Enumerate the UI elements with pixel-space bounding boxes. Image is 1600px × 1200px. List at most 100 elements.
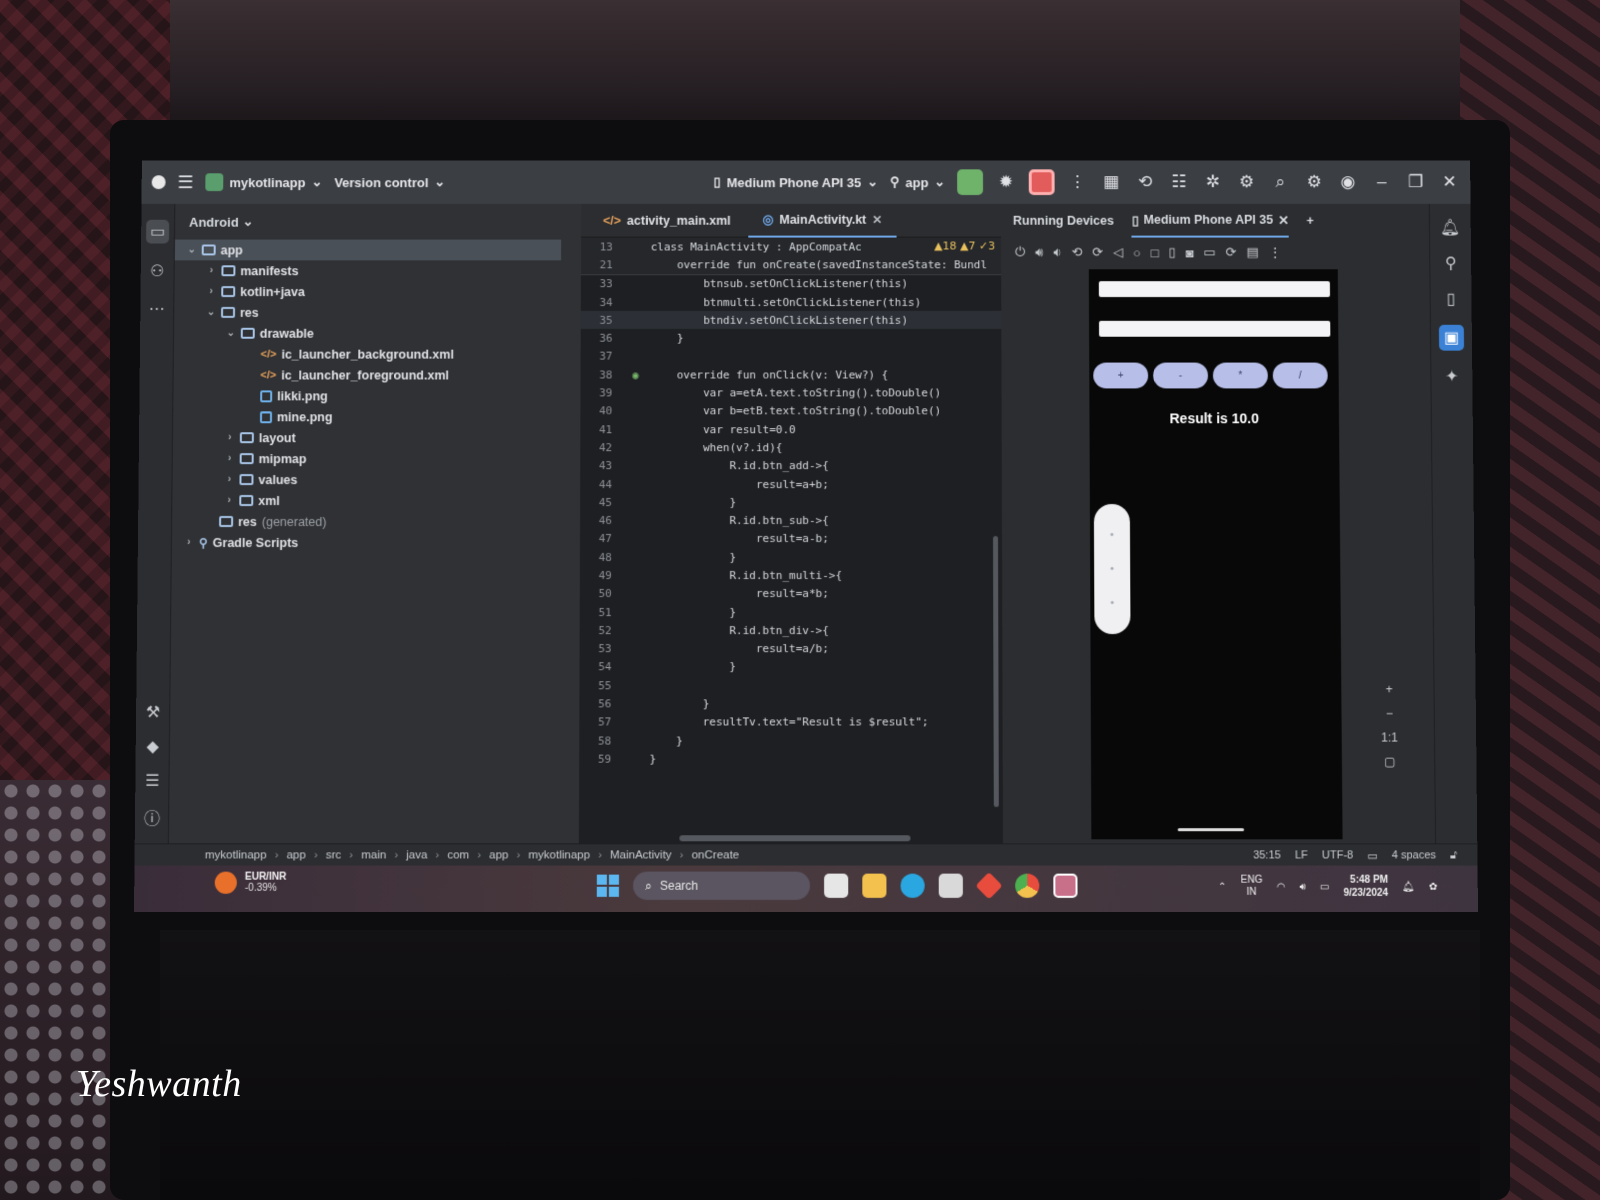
code-line[interactable]: 47 result=a-b; bbox=[580, 530, 1002, 548]
divide-button[interactable]: / bbox=[1272, 362, 1328, 389]
breadcrumb-item[interactable]: mykotlinapp bbox=[528, 849, 590, 861]
gemini-icon[interactable]: ✦ bbox=[1445, 367, 1459, 387]
project-folder-icon[interactable]: ▭ bbox=[145, 219, 170, 244]
start-button-icon[interactable] bbox=[596, 874, 619, 897]
taskbar-search[interactable]: ⌕ Search bbox=[633, 871, 811, 900]
breadcrumb-item[interactable]: app bbox=[287, 849, 306, 861]
notification-bell-icon[interactable]: 🔔︎ bbox=[1402, 881, 1415, 892]
code-line[interactable]: 37 bbox=[581, 347, 1002, 365]
code-line[interactable]: 53 result=a/b; bbox=[580, 640, 1003, 658]
chevron-right-icon[interactable]: › bbox=[224, 495, 234, 506]
restore-icon[interactable]: ❐ bbox=[1405, 172, 1427, 192]
plugins-icon[interactable]: ✲ bbox=[1202, 172, 1224, 192]
sync-gradle-icon[interactable]: ⟲ bbox=[1134, 172, 1156, 192]
sdk-manager-icon[interactable]: ☷ bbox=[1168, 172, 1190, 192]
multiply-button[interactable]: * bbox=[1212, 362, 1268, 389]
tree-item[interactable]: › manifests bbox=[175, 260, 581, 281]
stop-button[interactable] bbox=[1028, 169, 1055, 196]
more-tools-icon[interactable]: ⋯ bbox=[149, 299, 165, 319]
edge-browser-icon[interactable] bbox=[900, 873, 925, 898]
code-line[interactable]: 50 result=a*b; bbox=[580, 585, 1002, 603]
file-encoding[interactable]: UTF-8 bbox=[1322, 849, 1353, 861]
chevron-down-icon[interactable]: ⌄ bbox=[187, 245, 197, 256]
wifi-icon[interactable]: ◠ bbox=[1276, 881, 1285, 892]
clock[interactable]: 5:48 PM 9/23/2024 bbox=[1343, 874, 1388, 900]
code-line[interactable]: 41 var result=0.0 bbox=[580, 420, 1001, 438]
running-devices-icon[interactable]: ▣ bbox=[1438, 324, 1465, 351]
code-line[interactable]: 44 result=a+b; bbox=[580, 475, 1002, 493]
tree-item[interactable]: likki.png bbox=[173, 385, 580, 406]
more-actions-icon[interactable]: ⋮ bbox=[1066, 172, 1088, 192]
breadcrumb-item[interactable]: main bbox=[361, 849, 386, 861]
copilot-icon[interactable]: ✿ bbox=[1429, 881, 1438, 892]
breadcrumb-item[interactable]: java bbox=[406, 849, 427, 861]
tab-activity-main-xml[interactable]: </> activity_main.xml bbox=[589, 203, 745, 237]
code-line[interactable]: 42 when(v?.id){ bbox=[580, 438, 1001, 456]
back-icon[interactable]: ◁ bbox=[1113, 245, 1123, 261]
code-line[interactable]: 34 btnmulti.setOnClickListener(this) bbox=[581, 293, 1002, 311]
close-icon[interactable]: ✕ bbox=[1438, 172, 1460, 192]
breadcrumb-item[interactable]: com bbox=[447, 849, 469, 861]
mirror-icon[interactable]: ▤ bbox=[1246, 245, 1258, 261]
run-config-selector[interactable]: ⚲ app ⌄ bbox=[890, 174, 945, 190]
account-icon[interactable]: ◉ bbox=[1337, 172, 1359, 192]
code-line[interactable]: 39 var a=etA.text.toString().toDouble() bbox=[580, 384, 1001, 402]
chevron-right-icon[interactable]: › bbox=[206, 265, 216, 276]
code-line[interactable]: 43 R.id.btn_add->{ bbox=[580, 457, 1002, 475]
resource-manager-icon[interactable]: ⚇ bbox=[150, 261, 164, 281]
store-icon[interactable] bbox=[938, 873, 963, 898]
fold-icon[interactable]: ▯ bbox=[1169, 245, 1176, 261]
chevron-down-icon[interactable]: ⌄ bbox=[226, 328, 236, 339]
code-line[interactable]: 55 bbox=[579, 676, 1002, 694]
read-only-icon[interactable]: ▭ bbox=[1367, 849, 1378, 862]
subtract-button[interactable]: - bbox=[1153, 362, 1209, 389]
code-line[interactable]: 51 } bbox=[580, 603, 1003, 621]
code-line[interactable]: 57 resultTv.text="Result is $result"; bbox=[579, 713, 1002, 731]
tree-item[interactable]: › layout bbox=[173, 427, 581, 448]
volume-up-icon[interactable]: 🔊︎ bbox=[1035, 245, 1043, 261]
override-gutter-icon[interactable]: ◉ bbox=[620, 368, 650, 381]
inspection-widget[interactable]: ▲18 ▲7 ✓3 bbox=[934, 239, 996, 253]
breadcrumb-item[interactable]: MainActivity bbox=[610, 849, 672, 861]
app-quality-icon[interactable]: ◆ bbox=[147, 737, 160, 757]
zoom-actual-size[interactable]: 1:1 bbox=[1381, 730, 1398, 744]
speaker-icon[interactable]: 🔊︎ bbox=[1299, 881, 1305, 892]
chevron-right-icon[interactable]: › bbox=[184, 537, 194, 548]
chevron-right-icon[interactable]: › bbox=[224, 474, 234, 485]
more-options-icon[interactable]: ⋮ bbox=[1269, 245, 1282, 261]
tree-item[interactable]: › ⚲ Gradle Scripts bbox=[172, 532, 580, 553]
battery-icon[interactable]: ▭ bbox=[1320, 881, 1330, 892]
sticky-code-line[interactable]: 21 override fun onCreate(savedInstanceSt… bbox=[581, 256, 1001, 274]
breadcrumb-item[interactable]: src bbox=[326, 849, 342, 861]
rotate-left-icon[interactable]: ⟲ bbox=[1071, 245, 1082, 261]
show-hidden-icons[interactable]: ⌃ bbox=[1218, 881, 1227, 892]
anydesk-icon[interactable] bbox=[975, 872, 1003, 900]
project-view-selector[interactable]: Android ⌄ bbox=[175, 204, 581, 240]
rotate-right-icon[interactable]: ⟳ bbox=[1092, 245, 1103, 261]
screen-record-icon[interactable]: ▭ bbox=[1203, 245, 1215, 261]
close-tab-icon[interactable]: ✕ bbox=[1278, 212, 1289, 227]
device-explorer-icon[interactable]: ▯ bbox=[1447, 289, 1456, 309]
main-menu-icon[interactable]: ☰ bbox=[177, 172, 193, 193]
line-separator[interactable]: LF bbox=[1295, 849, 1308, 861]
code-line[interactable]: 38 ◉ override fun onClick(v: View?) { bbox=[581, 366, 1002, 384]
breadcrumb-item[interactable]: onCreate bbox=[692, 849, 740, 861]
run-button[interactable] bbox=[957, 169, 984, 196]
gradle-icon[interactable]: ⚲ bbox=[1445, 253, 1457, 273]
volume-down-icon[interactable]: 🔉︎ bbox=[1053, 245, 1061, 261]
tree-item[interactable]: ⌄ drawable bbox=[174, 323, 581, 344]
version-control-menu[interactable]: Version control ⌄ bbox=[334, 174, 445, 190]
volume-overlay[interactable]: • • • bbox=[1093, 504, 1131, 635]
android-studio-icon[interactable] bbox=[1053, 873, 1078, 898]
tree-item[interactable]: </> ic_launcher_background.xml bbox=[174, 344, 581, 365]
code-line[interactable]: 59} bbox=[579, 750, 1003, 768]
zoom-out-icon[interactable]: − bbox=[1386, 706, 1393, 720]
code-line[interactable]: 52 R.id.btn_div->{ bbox=[580, 621, 1003, 639]
file-explorer-icon[interactable] bbox=[862, 873, 887, 898]
lock-icon[interactable]: 🔓︎ bbox=[1450, 849, 1457, 862]
number-b-input[interactable] bbox=[1099, 320, 1331, 337]
screenshot-icon[interactable]: ◙ bbox=[1186, 245, 1194, 260]
app-inspection-icon[interactable]: ⚙ bbox=[1236, 172, 1258, 192]
code-line[interactable]: 45 } bbox=[580, 493, 1002, 511]
editor-body[interactable]: 13 class MainActivity : AppCompatAc 21 ove… bbox=[579, 237, 1003, 844]
